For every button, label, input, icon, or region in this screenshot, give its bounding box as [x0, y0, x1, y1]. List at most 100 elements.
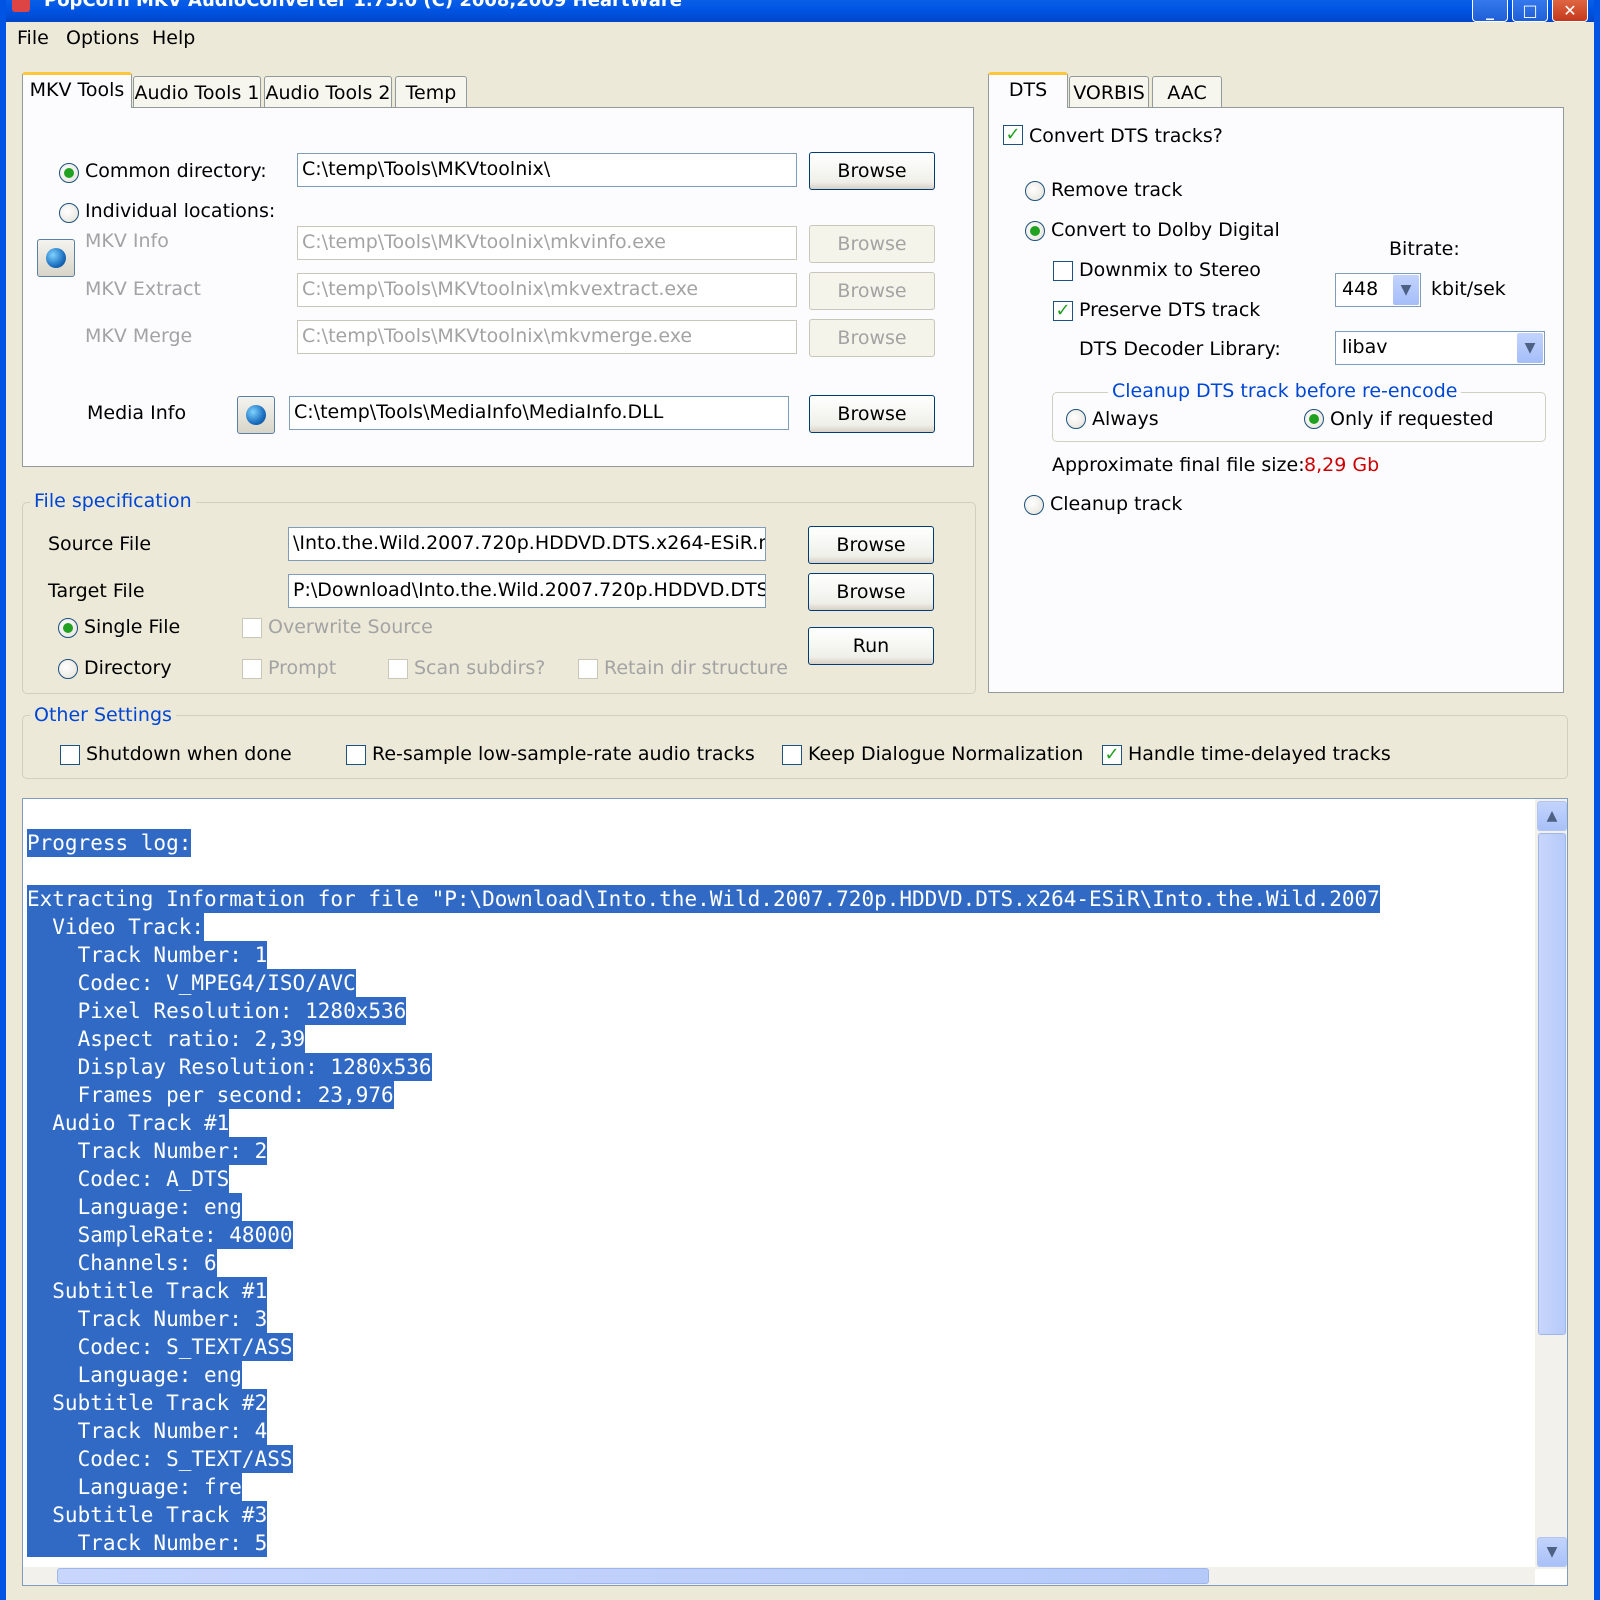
scroll-up-button[interactable]: ▲	[1537, 801, 1567, 831]
approx-size-value: 8,29 Gb	[1304, 454, 1380, 476]
log-line: Track Number: 5	[27, 1529, 268, 1557]
resample-label: Re-sample low-sample-rate audio tracks	[372, 743, 755, 765]
progress-log[interactable]: Progress log: Extracting Information for …	[22, 798, 1568, 1586]
log-line: Aspect ratio: 2,39	[27, 1025, 306, 1053]
log-line: Language: fre	[27, 1473, 242, 1501]
globe-icon[interactable]	[237, 396, 275, 434]
cleanup-dts-title: Cleanup DTS track before re-encode	[1108, 380, 1462, 402]
cleanup-only-requested-radio[interactable]	[1304, 409, 1324, 429]
mediainfo-browse-button[interactable]: Browse	[809, 395, 935, 433]
individual-locations-label: Individual locations:	[85, 200, 276, 222]
keep-dialogue-checkbox[interactable]	[782, 745, 802, 765]
menu-file[interactable]: File	[17, 27, 49, 49]
convert-dolby-digital-radio[interactable]	[1025, 221, 1045, 241]
target-browse-button[interactable]: Browse	[808, 573, 934, 611]
tab-dts[interactable]: DTS	[988, 72, 1068, 108]
run-button[interactable]: Run	[808, 627, 934, 665]
mediainfo-input[interactable]: C:\temp\Tools\MediaInfo\MediaInfo.DLL	[289, 396, 789, 430]
common-directory-radio[interactable]	[59, 163, 79, 183]
mkvextract-browse-button[interactable]: Browse	[809, 272, 935, 310]
globe-icon[interactable]	[37, 239, 75, 277]
source-file-label: Source File	[48, 533, 152, 555]
shutdown-checkbox[interactable]	[60, 745, 80, 765]
close-button[interactable]: ✕	[1552, 0, 1588, 22]
source-browse-button[interactable]: Browse	[808, 526, 934, 564]
window-border-left	[0, 0, 6, 1600]
bitrate-label: Bitrate:	[1389, 238, 1460, 260]
mkvmerge-label: MKV Merge	[85, 325, 193, 347]
file-specification-title: File specification	[30, 490, 196, 512]
horizontal-scrollbar[interactable]	[23, 1567, 1535, 1585]
resample-checkbox[interactable]	[346, 745, 366, 765]
menu-help[interactable]: Help	[152, 27, 195, 49]
mkvmerge-input[interactable]: C:\temp\Tools\MKVtoolnix\mkvmerge.exe	[297, 320, 797, 354]
mkvinfo-browse-button[interactable]: Browse	[809, 225, 935, 263]
title-bar[interactable]: PopCorn MKV AudioConverter 1.75.0 (C) 20…	[0, 0, 1600, 22]
window-title: PopCorn MKV AudioConverter 1.75.0 (C) 20…	[44, 0, 682, 11]
decoder-library-label: DTS Decoder Library:	[1079, 338, 1281, 360]
scan-subdirs-checkbox[interactable]	[388, 659, 408, 679]
overwrite-source-checkbox[interactable]	[242, 618, 262, 638]
single-file-label: Single File	[84, 616, 181, 638]
mkvinfo-label: MKV Info	[85, 230, 169, 252]
chevron-down-icon[interactable]: ▼	[1393, 275, 1419, 305]
vertical-scrollbar[interactable]: ▲ ▼	[1535, 799, 1567, 1569]
tab-temp[interactable]: Temp	[395, 76, 467, 108]
mkvmerge-browse-button[interactable]: Browse	[809, 319, 935, 357]
chevron-down-icon[interactable]: ▼	[1517, 333, 1543, 363]
cleanup-always-label: Always	[1092, 408, 1159, 430]
cleanup-always-radio[interactable]	[1066, 409, 1086, 429]
log-line: Track Number: 4	[27, 1417, 268, 1445]
log-line: Pixel Resolution: 1280x536	[27, 997, 407, 1025]
log-line: Subtitle Track #1	[27, 1277, 268, 1305]
mkvinfo-input[interactable]: C:\temp\Tools\MKVtoolnix\mkvinfo.exe	[297, 226, 797, 260]
single-file-radio[interactable]	[58, 618, 78, 638]
tab-vorbis[interactable]: VORBIS	[1069, 76, 1149, 108]
log-line: Track Number: 2	[27, 1137, 268, 1165]
retain-dir-checkbox[interactable]	[578, 659, 598, 679]
target-file-label: Target File	[48, 580, 145, 602]
mkvextract-input[interactable]: C:\temp\Tools\MKVtoolnix\mkvextract.exe	[297, 273, 797, 307]
menu-bar: File Options Help	[6, 22, 1594, 54]
convert-dts-label: Convert DTS tracks?	[1029, 125, 1223, 147]
approx-size-label: Approximate final file size:	[1052, 454, 1305, 476]
shutdown-label: Shutdown when done	[86, 743, 292, 765]
common-directory-input[interactable]: C:\temp\Tools\MKVtoolnix\	[297, 153, 797, 187]
log-line: Subtitle Track #3	[27, 1501, 268, 1529]
maximize-button[interactable]: □	[1512, 0, 1548, 22]
log-line: Codec: A_DTS	[27, 1165, 230, 1193]
scroll-down-button[interactable]: ▼	[1537, 1537, 1567, 1567]
convert-dts-checkbox[interactable]: ✓	[1003, 125, 1023, 145]
bitrate-value: 448	[1342, 278, 1379, 300]
common-directory-browse-button[interactable]: Browse	[809, 152, 935, 190]
prompt-checkbox[interactable]	[242, 659, 262, 679]
remove-track-label: Remove track	[1051, 179, 1183, 201]
tab-aac[interactable]: AAC	[1152, 76, 1222, 108]
minimize-button[interactable]: _	[1472, 0, 1508, 22]
directory-radio[interactable]	[58, 659, 78, 679]
log-line: Track Number: 3	[27, 1305, 268, 1333]
tab-audio-tools-2[interactable]: Audio Tools 2	[264, 76, 392, 108]
tab-mkv-tools[interactable]: MKV Tools	[22, 72, 132, 108]
bitrate-select[interactable]: 448 ▼	[1335, 273, 1421, 307]
mkvextract-label: MKV Extract	[85, 278, 201, 300]
downmix-stereo-checkbox[interactable]	[1053, 261, 1073, 281]
preserve-dts-label: Preserve DTS track	[1079, 299, 1261, 321]
log-line: Language: eng	[27, 1193, 242, 1221]
log-line: Progress log:	[27, 829, 192, 857]
horizontal-scroll-thumb[interactable]	[57, 1568, 1209, 1584]
preserve-dts-checkbox[interactable]: ✓	[1053, 301, 1073, 321]
target-file-input[interactable]: P:\Download\Into.the.Wild.2007.720p.HDDV…	[288, 574, 766, 608]
individual-locations-radio[interactable]	[59, 203, 79, 223]
decoder-library-select[interactable]: libav ▼	[1335, 331, 1545, 365]
tab-audio-tools-1[interactable]: Audio Tools 1	[133, 76, 261, 108]
vertical-scroll-thumb[interactable]	[1538, 833, 1566, 1335]
bitrate-unit: kbit/sek	[1431, 278, 1506, 300]
menu-options[interactable]: Options	[66, 27, 139, 49]
mkv-tools-panel: Common directory: C:\temp\Tools\MKVtooln…	[22, 107, 974, 467]
mediainfo-label: Media Info	[87, 402, 187, 424]
cleanup-track-radio[interactable]	[1024, 495, 1044, 515]
handle-delay-checkbox[interactable]: ✓	[1102, 745, 1122, 765]
remove-track-radio[interactable]	[1025, 181, 1045, 201]
source-file-input[interactable]: \Into.the.Wild.2007.720p.HDDVD.DTS.x264-…	[288, 527, 766, 561]
